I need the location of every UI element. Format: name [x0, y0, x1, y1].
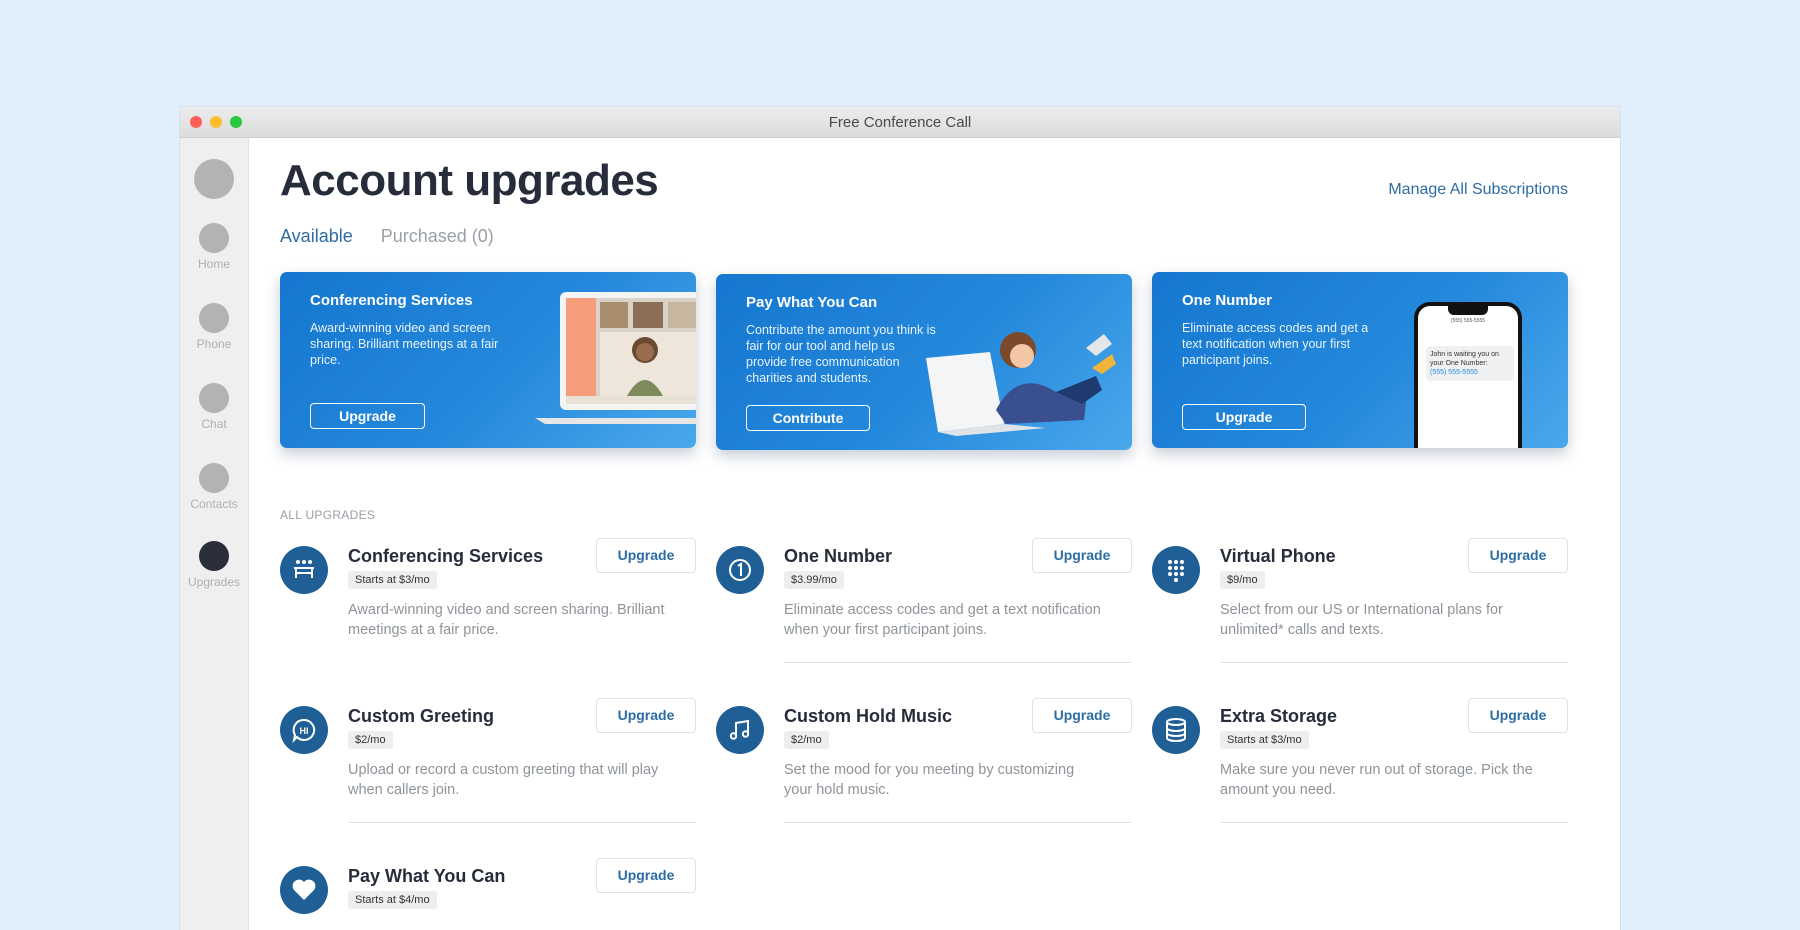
avatar[interactable]	[194, 159, 234, 199]
sidebar-item-label: Home	[197, 257, 230, 271]
banner-description: Award-winning video and screen sharing. …	[310, 321, 499, 367]
banner-conferencing: Conferencing Services Award-winning vide…	[280, 272, 696, 448]
price-badge: Starts at $3/mo	[1220, 731, 1309, 749]
upgrade-name: Extra Storage	[1220, 706, 1338, 726]
banner-upgrade-button[interactable]: Upgrade	[1182, 404, 1306, 430]
divider	[1220, 822, 1568, 823]
greeting-icon-text: HI	[300, 726, 309, 736]
upgrade-name: Conferencing Services	[348, 546, 544, 566]
sidebar-item-phone[interactable]: Phone	[180, 303, 248, 351]
upgrade-name: Virtual Phone	[1220, 546, 1336, 566]
conference-table-icon	[280, 546, 328, 594]
sidebar-item-chat[interactable]: Chat	[180, 383, 248, 431]
divider	[784, 822, 1132, 823]
sidebar-item-upgrades[interactable]: Upgrades	[180, 541, 248, 589]
upgrade-item-virtual-phone: Virtual Phone $9/mo Select from our US o…	[1152, 538, 1568, 664]
upgrade-description: Select from our US or International plan…	[1220, 602, 1503, 638]
upgrade-item-one-number: One Number $3.99/mo Eliminate access cod…	[716, 538, 1132, 664]
upgrade-button[interactable]: Upgrade	[1032, 698, 1132, 733]
number-one-icon	[716, 546, 764, 594]
upgrade-item-conferencing: Conferencing Services Starts at $3/mo Aw…	[280, 538, 696, 664]
laptop-video-call-image	[535, 292, 696, 424]
phone-message-text: John is waiting you on your One Number:	[1430, 351, 1499, 367]
upgrade-button[interactable]: Upgrade	[1032, 538, 1132, 573]
heart-icon	[280, 866, 328, 914]
section-label: ALL UPGRADES	[280, 508, 376, 522]
phone-notification-image: (555) 555-5555 John is waiting you on yo…	[1414, 302, 1526, 448]
price-badge: $2/mo	[348, 731, 393, 749]
upgrade-item-custom-greeting: HI Custom Greeting $2/mo Upload or recor…	[280, 698, 696, 824]
music-note-icon	[716, 706, 764, 754]
divider	[348, 822, 696, 823]
banner-upgrade-button[interactable]: Upgrade	[310, 403, 425, 429]
sidebar: Home Phone Chat Contacts Upgrades	[180, 138, 249, 930]
upgrade-description: Make sure you never run out of storage. …	[1220, 762, 1533, 798]
upgrade-description: Award-winning video and screen sharing. …	[348, 602, 665, 638]
upgrade-name: Custom Greeting	[348, 706, 495, 726]
upgrade-name: One Number	[784, 546, 893, 566]
tab-purchased[interactable]: Purchased (0)	[381, 226, 494, 247]
upgrade-item-pay-what-you-can: Pay What You Can Starts at $4/mo Upgrade	[280, 858, 696, 930]
dialpad-icon	[1152, 546, 1200, 594]
sidebar-item-label: Phone	[196, 337, 232, 351]
main-content: Account upgrades Manage All Subscription…	[249, 138, 1620, 930]
home-icon	[199, 223, 229, 253]
greeting-bubble-icon: HI	[280, 706, 328, 754]
upgrade-name: Custom Hold Music	[784, 706, 953, 726]
title-bar: Free Conference Call	[180, 107, 1620, 138]
upgrade-description: Set the mood for you meeting by customiz…	[784, 762, 1075, 798]
sidebar-item-label: Contacts	[190, 497, 238, 511]
price-badge: Starts at $3/mo	[348, 571, 437, 589]
divider	[784, 662, 1132, 663]
window-title: Free Conference Call	[828, 114, 972, 131]
banner-title: One Number	[1182, 292, 1273, 309]
upgrade-button[interactable]: Upgrade	[1468, 538, 1568, 573]
divider	[1220, 662, 1568, 663]
sidebar-item-label: Chat	[201, 417, 227, 431]
tab-bar: Available Purchased (0)	[280, 226, 494, 247]
contribute-button[interactable]: Contribute	[746, 405, 870, 431]
tab-available[interactable]: Available	[280, 226, 353, 247]
price-badge: Starts at $4/mo	[348, 891, 437, 909]
upgrade-item-hold-music: Custom Hold Music $2/mo Set the mood for…	[716, 698, 1132, 824]
banner-description: Contribute the amount you think is fair …	[746, 323, 936, 385]
upgrade-item-extra-storage: Extra Storage Starts at $3/mo Make sure …	[1152, 698, 1568, 824]
price-badge: $3.99/mo	[784, 571, 844, 589]
banner-title: Conferencing Services	[310, 292, 473, 309]
upgrade-button[interactable]: Upgrade	[596, 858, 696, 893]
contacts-icon	[199, 463, 229, 493]
upgrade-button[interactable]: Upgrade	[1468, 698, 1568, 733]
sidebar-item-home[interactable]: Home	[180, 223, 248, 271]
page-title: Account upgrades	[280, 156, 659, 205]
price-badge: $2/mo	[784, 731, 829, 749]
sidebar-item-label: Upgrades	[187, 575, 241, 589]
upgrade-name: Pay What You Can	[348, 866, 506, 886]
upgrade-button[interactable]: Upgrade	[596, 698, 696, 733]
chat-icon	[199, 383, 229, 413]
banner-title: Pay What You Can	[746, 294, 878, 311]
banner-description: Eliminate access codes and get a text no…	[1182, 321, 1369, 367]
banner-one-number: One Number Eliminate access codes and ge…	[1152, 272, 1568, 448]
upgrades-icon	[199, 541, 229, 571]
app-window: Free Conference Call Home Phone Chat Con…	[180, 107, 1620, 930]
upgrade-description: Upload or record a custom greeting that …	[348, 762, 659, 798]
database-icon	[1152, 706, 1200, 754]
upgrade-description: Eliminate access codes and get a text no…	[784, 602, 1101, 638]
upgrade-button[interactable]: Upgrade	[596, 538, 696, 573]
price-badge: $9/mo	[1220, 571, 1265, 589]
phone-message-bubble: John is waiting you on your One Number: …	[1426, 346, 1514, 381]
phone-header-text: (555) 555-5555	[1450, 318, 1486, 324]
phone-message-number: (555) 555-5555	[1430, 369, 1478, 376]
child-with-laptop-image	[926, 332, 1116, 436]
sidebar-item-contacts[interactable]: Contacts	[180, 463, 248, 511]
phone-icon	[199, 303, 229, 333]
banner-pay-what-you-can: Pay What You Can Contribute the amount y…	[716, 274, 1132, 450]
manage-subscriptions-link[interactable]: Manage All Subscriptions	[1388, 181, 1568, 199]
